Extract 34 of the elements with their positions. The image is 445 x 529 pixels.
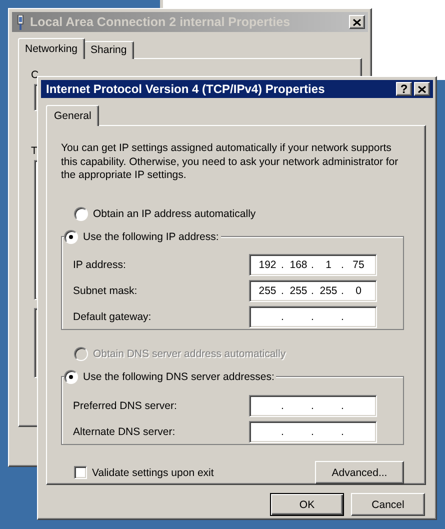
field-label: Preferred DNS server:	[73, 400, 178, 412]
radio-button[interactable]	[64, 370, 78, 384]
field-label: Default gateway:	[73, 310, 152, 323]
ip-address-field[interactable]: 192 . 168 . 1 . 75	[249, 254, 377, 276]
checkbox[interactable]	[74, 466, 87, 479]
tab[interactable]: Networking	[18, 38, 85, 59]
tab[interactable]: General	[46, 105, 100, 126]
dialog-button[interactable]: Cancel	[351, 493, 425, 516]
advanced-button[interactable]: Advanced...	[315, 461, 404, 484]
radio-label: Use the following DNS server addresses:	[83, 371, 274, 383]
ip-address-field[interactable]: . . .	[249, 421, 377, 443]
field-label: Alternate DNS server:	[73, 426, 176, 438]
dialog-button[interactable]: OK	[270, 493, 344, 516]
close-icon	[418, 86, 426, 92]
radio-label: Obtain DNS server address automatically	[93, 348, 286, 360]
close-button[interactable]	[414, 82, 430, 96]
radio-label: Use the following IP address:	[83, 230, 219, 243]
close-button[interactable]	[349, 15, 365, 29]
field-label: Subnet mask:	[73, 284, 138, 297]
field-label: IP address:	[73, 258, 127, 271]
network-plug-icon	[17, 14, 24, 30]
dialog-title: Internet Protocol Version 4 (TCP/IPv4) Properties	[46, 82, 326, 96]
tab[interactable]: Sharing	[84, 41, 134, 59]
list-label: T	[31, 145, 38, 157]
intro-text: You can get IP settings assigned automatically if your network supports this capability. Otherwise, you need to ask your network administrator for the appropriate IP settings.	[61, 142, 400, 182]
ip-address-field[interactable]: . . .	[249, 395, 377, 417]
ip-address-field[interactable]: . . .	[249, 306, 377, 328]
help-button[interactable]: ?	[396, 82, 412, 96]
ip-address-field[interactable]: 255 . 255 . 255 . 0	[249, 280, 377, 302]
radio-label: Obtain an IP address automatically	[93, 208, 256, 220]
radio-button[interactable]	[64, 230, 78, 244]
radio-button[interactable]	[74, 207, 88, 222]
close-icon	[353, 18, 361, 26]
checkbox-label: Validate settings upon exit	[92, 466, 214, 478]
